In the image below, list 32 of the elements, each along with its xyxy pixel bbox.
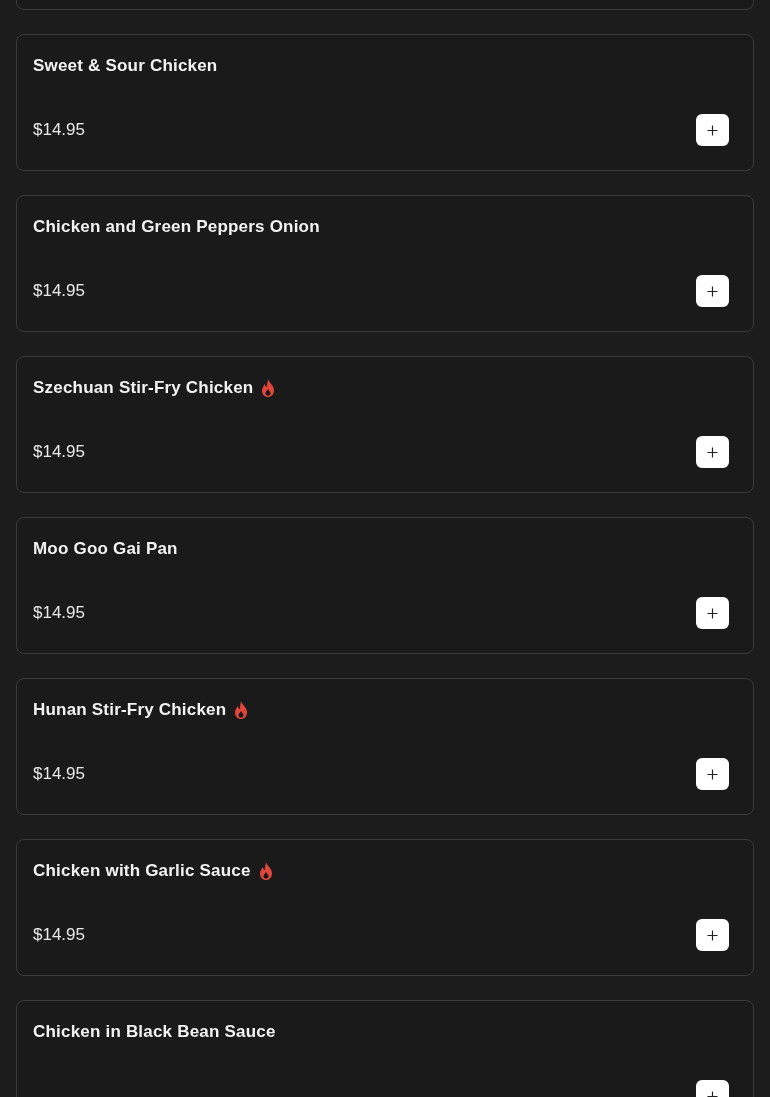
menu-item-card[interactable]: Moo Goo Gai Pan $14.95 bbox=[16, 517, 754, 654]
item-price: $14.95 bbox=[33, 764, 85, 784]
item-name: Chicken in Black Bean Sauce bbox=[33, 1022, 276, 1042]
menu-item-card[interactable]: Chicken and Green Peppers Onion $14.95 bbox=[16, 195, 754, 332]
menu-item-card[interactable]: Sweet & Sour Chicken $14.95 bbox=[16, 34, 754, 171]
item-name: Chicken and Green Peppers Onion bbox=[33, 217, 320, 237]
plus-icon bbox=[707, 768, 718, 780]
add-button[interactable] bbox=[696, 597, 729, 629]
add-button[interactable] bbox=[696, 758, 729, 790]
add-button[interactable] bbox=[696, 436, 729, 468]
item-price: $14.95 bbox=[33, 120, 85, 140]
item-name: Sweet & Sour Chicken bbox=[33, 56, 218, 76]
plus-icon bbox=[707, 607, 718, 619]
add-button[interactable] bbox=[696, 114, 729, 146]
item-price: $14.95 bbox=[33, 603, 85, 623]
plus-icon bbox=[707, 929, 718, 941]
menu-item-card[interactable]: Szechuan Stir-Fry Chicken $14.95 bbox=[16, 356, 754, 493]
item-name: Szechuan Stir-Fry Chicken bbox=[33, 378, 254, 398]
plus-icon bbox=[707, 446, 718, 458]
menu-item-card[interactable]: Chicken in Black Bean Sauce bbox=[16, 1000, 754, 1097]
item-name: Moo Goo Gai Pan bbox=[33, 539, 178, 559]
menu-item-card[interactable]: Chicken with Garlic Sauce $14.95 bbox=[16, 839, 754, 976]
item-name: Hunan Stir-Fry Chicken bbox=[33, 700, 227, 720]
add-button[interactable] bbox=[696, 275, 729, 307]
menu-item-card[interactable]: Hunan Stir-Fry Chicken $14.95 bbox=[16, 678, 754, 815]
item-name: Chicken with Garlic Sauce bbox=[33, 861, 251, 881]
item-price: $14.95 bbox=[33, 281, 85, 301]
item-price: $14.95 bbox=[33, 442, 85, 462]
plus-icon bbox=[707, 285, 718, 297]
add-button[interactable] bbox=[696, 919, 729, 951]
item-price: $14.95 bbox=[33, 925, 85, 945]
plus-icon bbox=[707, 124, 718, 136]
